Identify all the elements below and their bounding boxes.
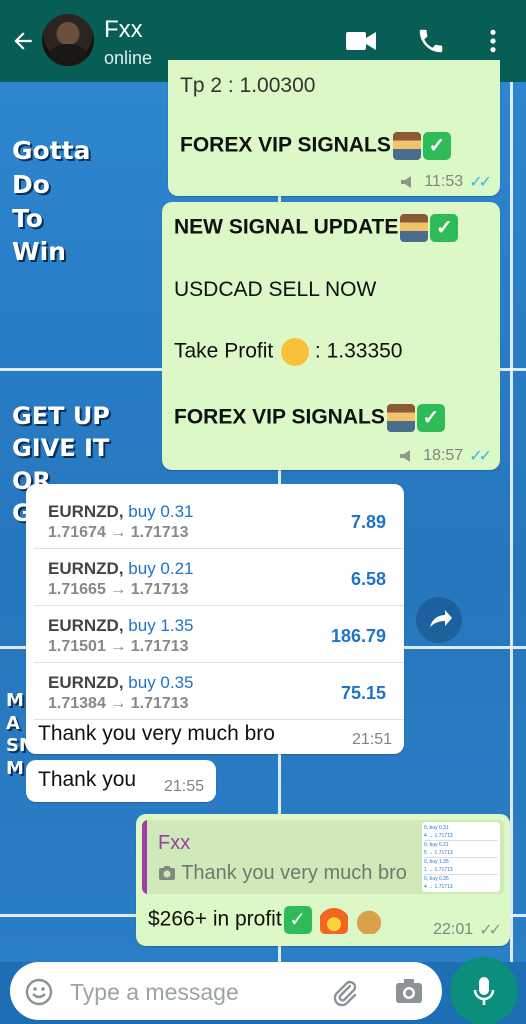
outgoing-reply-message[interactable]: Fxx Thank you very much bro 0, buy 0.31 4… (136, 814, 510, 946)
hugging-face-emoji-icon (281, 338, 310, 366)
emoji-icon[interactable] (24, 977, 54, 1007)
message-meta: 18:57 ✓✓ (399, 446, 492, 466)
contact-name[interactable]: Fxx (104, 16, 143, 44)
quote-bar (142, 820, 147, 894)
mic-button[interactable] (450, 957, 518, 1024)
teacher-emoji-icon (386, 404, 415, 432)
message-time: 21:51 (351, 731, 392, 748)
message-time: 18:57 (423, 447, 464, 464)
quote-text: Thank you very much bro (158, 862, 407, 885)
share-icon (430, 610, 452, 627)
read-ticks-icon: ✓✓ (469, 174, 492, 191)
teacher-emoji-icon (400, 214, 429, 242)
trade-row: EURNZD, buy 0.31 1.71674 → 1.71713 7.89 (34, 494, 404, 549)
message-meta: 22:01 ✓✓ (433, 920, 502, 940)
message-text: Tp 2 : 1.00300 (180, 74, 316, 97)
trade-row: EURNZD, buy 1.35 1.71501 → 1.71713 186.7… (34, 608, 404, 663)
message-text: Take Profit : 1.33350 (174, 338, 403, 366)
quote-author: Fxx (158, 832, 191, 854)
message-time: 21:55 (163, 778, 204, 795)
speaker-icon (400, 450, 411, 462)
teacher-emoji-icon (392, 132, 421, 160)
more-vert-icon[interactable] (482, 28, 504, 54)
wallpaper-text-a: Gotta Do To Win (12, 136, 91, 267)
message-placeholder: Type a message (70, 979, 239, 1005)
avatar[interactable] (42, 14, 94, 66)
phone-icon[interactable] (416, 26, 446, 56)
outgoing-message[interactable]: Tp 2 : 1.00300 FOREX VIP SIGNALS ✓ 11:53 … (168, 60, 500, 196)
incoming-message[interactable]: Thank you 21:55 (26, 760, 216, 802)
fire-emoji-icon (319, 906, 348, 934)
speaker-icon (401, 176, 412, 188)
trade-row: EURNZD, buy 0.21 1.71665 → 1.71713 6.58 (34, 551, 404, 606)
back-arrow-icon[interactable] (10, 28, 36, 54)
message-time: 22:01 (433, 921, 474, 938)
read-ticks-icon: ✓✓ (469, 448, 492, 465)
message-signature: FOREX VIP SIGNALS ✓ (180, 132, 451, 160)
message-text: Thank you (38, 768, 137, 791)
video-call-icon[interactable] (344, 28, 378, 54)
message-text: USDCAD SELL NOW (174, 278, 377, 301)
check-mark-emoji-icon: ✓ (283, 906, 312, 934)
outgoing-message[interactable]: NEW SIGNAL UPDATE ✓ USDCAD SELL NOW Take … (162, 202, 500, 470)
quoted-message[interactable]: Fxx Thank you very much bro 0, buy 0.31 4… (142, 820, 504, 894)
message-signature: FOREX VIP SIGNALS ✓ (174, 404, 445, 432)
contact-status: online (104, 48, 153, 68)
check-mark-emoji-icon: ✓ (430, 214, 459, 242)
quote-thumbnail: 0, buy 0.31 4 → 1.71713 0, buy 0.21 5 → 1.… (422, 822, 500, 892)
message-text: $266+ in profit ✓ (148, 906, 384, 934)
photo-icon (159, 866, 175, 880)
message-meta: 21:51 (352, 731, 392, 749)
message-caption: Thank you very much bro (38, 722, 275, 745)
mic-icon (473, 977, 495, 1005)
share-button[interactable] (416, 597, 462, 643)
message-title: NEW SIGNAL UPDATE ✓ (174, 214, 459, 242)
trades-screenshot-image[interactable]: EURNZD, buy 0.31 1.71674 → 1.71713 7.89 … (26, 488, 404, 720)
delivered-ticks-icon: ✓✓ (479, 922, 502, 939)
incoming-image-message[interactable]: EURNZD, buy 0.31 1.71674 → 1.71713 7.89 … (26, 484, 404, 754)
attach-icon[interactable] (328, 976, 360, 1008)
check-mark-emoji-icon: ✓ (422, 132, 451, 160)
message-meta: 11:53 ✓✓ (400, 172, 492, 192)
trade-row: EURNZD, buy 0.35 1.71384 → 1.71713 75.15 (34, 665, 404, 720)
camera-icon[interactable] (394, 977, 424, 1005)
message-time: 11:53 (424, 173, 464, 190)
message-meta: 21:55 (164, 778, 204, 796)
message-input[interactable]: Type a message (10, 962, 442, 1020)
money-bag-emoji-icon (355, 906, 384, 934)
check-mark-emoji-icon: ✓ (416, 404, 445, 432)
